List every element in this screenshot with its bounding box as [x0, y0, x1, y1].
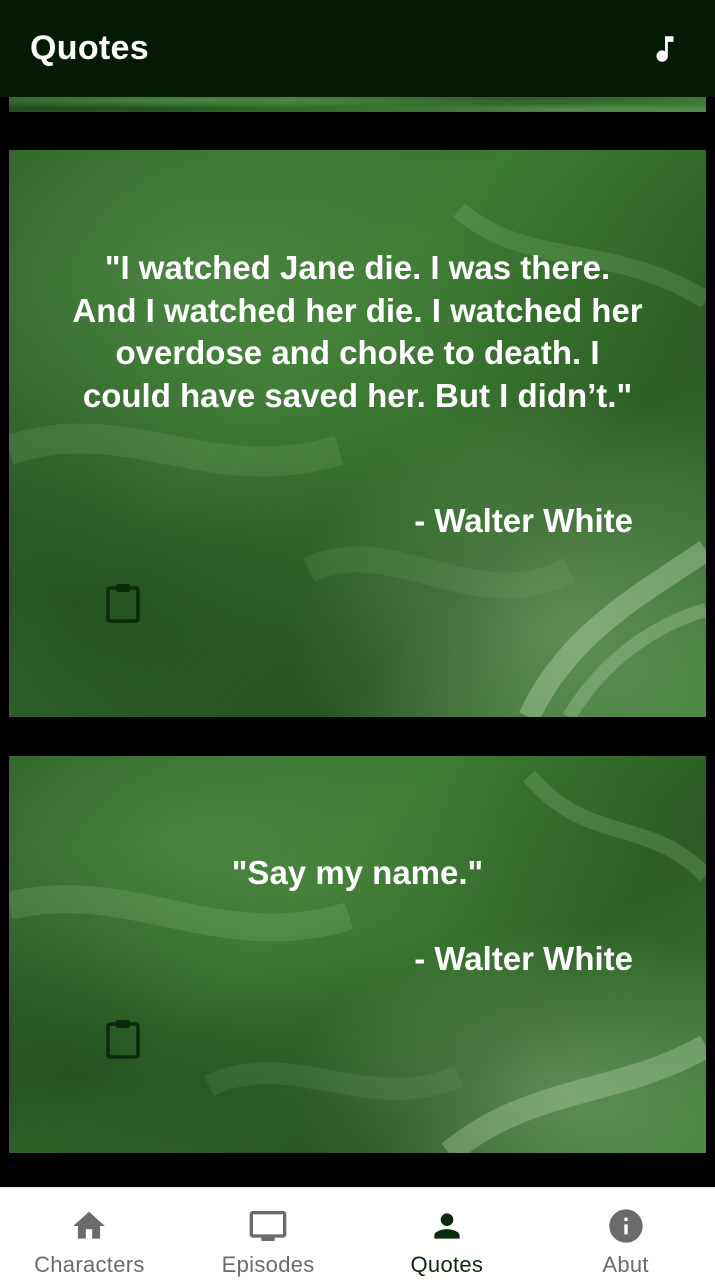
info-icon — [606, 1206, 646, 1246]
nav-label: Abut — [602, 1252, 649, 1277]
tv-icon — [248, 1206, 288, 1246]
home-icon — [69, 1206, 109, 1246]
nav-label: Characters — [34, 1252, 145, 1277]
page-title: Quotes — [30, 29, 149, 67]
clipboard-icon[interactable] — [105, 582, 141, 624]
person-icon — [427, 1206, 467, 1246]
nav-item-episodes[interactable]: Episodes — [179, 1188, 358, 1280]
quote-author: - Walter White — [414, 940, 633, 977]
nav-label: Episodes — [221, 1252, 315, 1277]
nav-label: Quotes — [410, 1252, 484, 1277]
nav-item-quotes[interactable]: Quotes — [358, 1188, 537, 1280]
top-app-bar: Quotes — [0, 0, 715, 97]
music-note-icon[interactable] — [645, 29, 685, 69]
quotes-list[interactable]: "I watched Jane die. I was there. And I … — [0, 0, 715, 1187]
quote-card-partial[interactable] — [9, 97, 706, 112]
smoke-background — [9, 203, 706, 717]
quote-card[interactable]: "I watched Jane die. I was there. And I … — [9, 150, 706, 717]
quotes-screen: "I watched Jane die. I was there. And I … — [0, 0, 715, 1280]
quote-text: "Say my name." — [231, 854, 484, 891]
clipboard-icon[interactable] — [105, 1018, 141, 1060]
bottom-navigation: Characters Episodes Quotes Abut — [0, 1187, 715, 1280]
nav-item-characters[interactable]: Characters — [0, 1188, 179, 1280]
nav-item-about[interactable]: Abut — [536, 1188, 715, 1280]
quote-author: - Walter White — [414, 502, 633, 539]
quote-card[interactable]: "Say my name." - Walter White — [9, 756, 706, 1153]
quote-text: "I watched Jane die. I was there. And I … — [72, 249, 643, 414]
